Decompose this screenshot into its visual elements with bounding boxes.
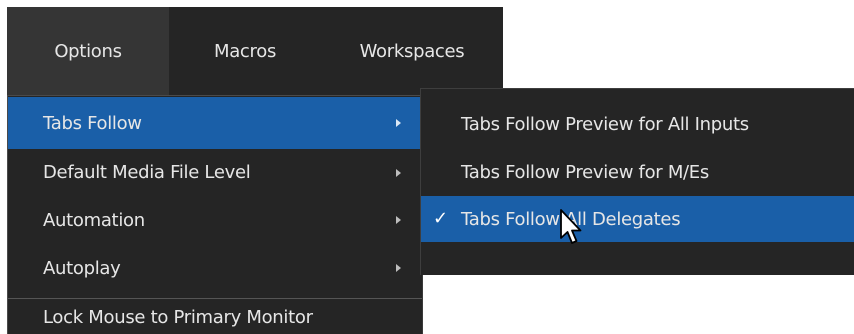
submenu-item-all-delegates[interactable]: ✓ Tabs Follow All Delegates xyxy=(421,196,854,242)
menu-item-tabs-follow[interactable]: Tabs Follow xyxy=(8,97,422,149)
menu-item-label: Autoplay xyxy=(43,257,121,279)
chevron-right-icon xyxy=(396,216,401,224)
chevron-right-icon xyxy=(396,168,401,177)
chevron-right-icon xyxy=(396,119,401,127)
tabs-follow-submenu: Tabs Follow Preview for All Inputs Tabs … xyxy=(420,88,854,275)
submenu-item-preview-all-inputs[interactable]: Tabs Follow Preview for All Inputs xyxy=(421,101,854,147)
submenu-item-label: Tabs Follow All Delegates xyxy=(461,208,681,230)
menubar-item-workspaces[interactable]: Workspaces xyxy=(321,7,503,95)
submenu-item-label: Tabs Follow Preview for M/Es xyxy=(461,161,709,183)
menu-item-default-media-file-level[interactable]: Default Media File Level xyxy=(8,149,422,196)
menubar-item-macros[interactable]: Macros xyxy=(169,7,321,95)
options-dropdown-menu: Tabs Follow Default Media File Level Aut… xyxy=(7,95,423,334)
menubar-item-label: Macros xyxy=(213,40,277,62)
menubar-item-options[interactable]: Options xyxy=(7,7,169,95)
mouse-pointer-icon xyxy=(560,209,582,244)
menu-item-label: Tabs Follow xyxy=(43,112,142,134)
submenu-item-label: Tabs Follow Preview for All Inputs xyxy=(461,113,749,135)
menu-item-label: Default Media File Level xyxy=(43,162,251,183)
menu-item-lock-mouse[interactable]: Lock Mouse to Primary Monitor xyxy=(8,299,422,334)
chevron-right-icon xyxy=(396,264,401,272)
menubar-item-label: Workspaces xyxy=(359,40,465,62)
menu-item-automation[interactable]: Automation xyxy=(8,196,422,244)
submenu-item-preview-mes[interactable]: Tabs Follow Preview for M/Es xyxy=(421,149,854,195)
menu-screenshot: Options Macros Workspaces Tabs Follow De… xyxy=(0,0,854,334)
checkmark-icon: ✓ xyxy=(433,208,448,230)
menu-item-autoplay[interactable]: Autoplay xyxy=(8,244,422,292)
menubar: Options Macros Workspaces xyxy=(7,7,503,95)
menu-item-label: Automation xyxy=(43,209,145,231)
menubar-item-label: Options xyxy=(54,40,122,62)
menu-item-label: Lock Mouse to Primary Monitor xyxy=(43,306,313,328)
